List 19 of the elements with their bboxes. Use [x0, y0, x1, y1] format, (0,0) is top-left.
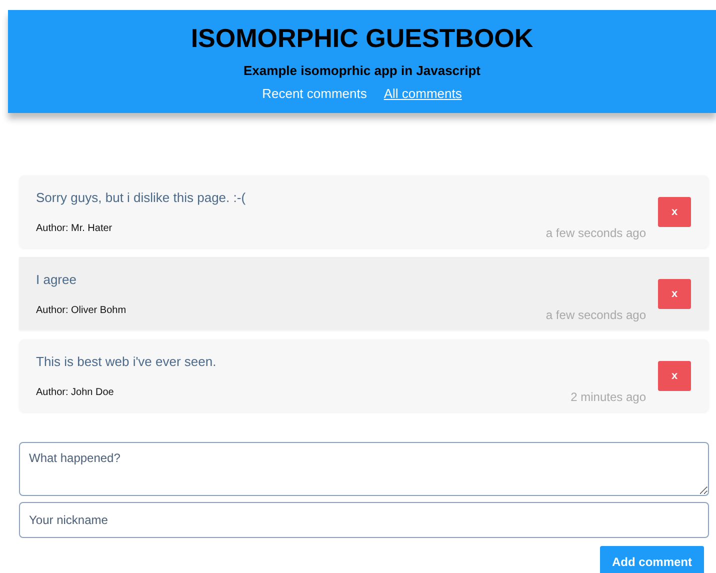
page-title: ISOMORPHIC GUESTBOOK	[190, 23, 534, 54]
nav-link[interactable]: All comments	[384, 86, 462, 101]
delete-button[interactable]: x	[658, 278, 691, 308]
comment-text: I agree	[36, 272, 78, 286]
comment-text: Sorry guys, but i dislike this page. :-(	[36, 190, 247, 204]
comment-time: 2 minutes ago	[570, 390, 646, 404]
comment-author: Author: John Doe	[36, 386, 115, 398]
comment-author: Author: Oliver Bohm	[36, 304, 128, 316]
delete-button[interactable]: x	[658, 196, 691, 226]
add-comment-button[interactable]: Add comment	[600, 546, 704, 573]
comment-text: This is best web i've ever seen.	[36, 354, 218, 368]
comment-time: a few seconds ago	[546, 308, 646, 322]
nickname-field[interactable]: Your nickname	[19, 502, 709, 538]
comment-author: Author: Mr. Hater	[36, 222, 114, 234]
message-field[interactable]: What happened?	[19, 442, 709, 496]
page-subtitle: Example isomoprhic app in Javascript	[244, 63, 480, 78]
nav-link[interactable]: Recent comments	[262, 86, 367, 101]
comment-time: a few seconds ago	[546, 226, 646, 240]
delete-button[interactable]: x	[658, 360, 691, 390]
